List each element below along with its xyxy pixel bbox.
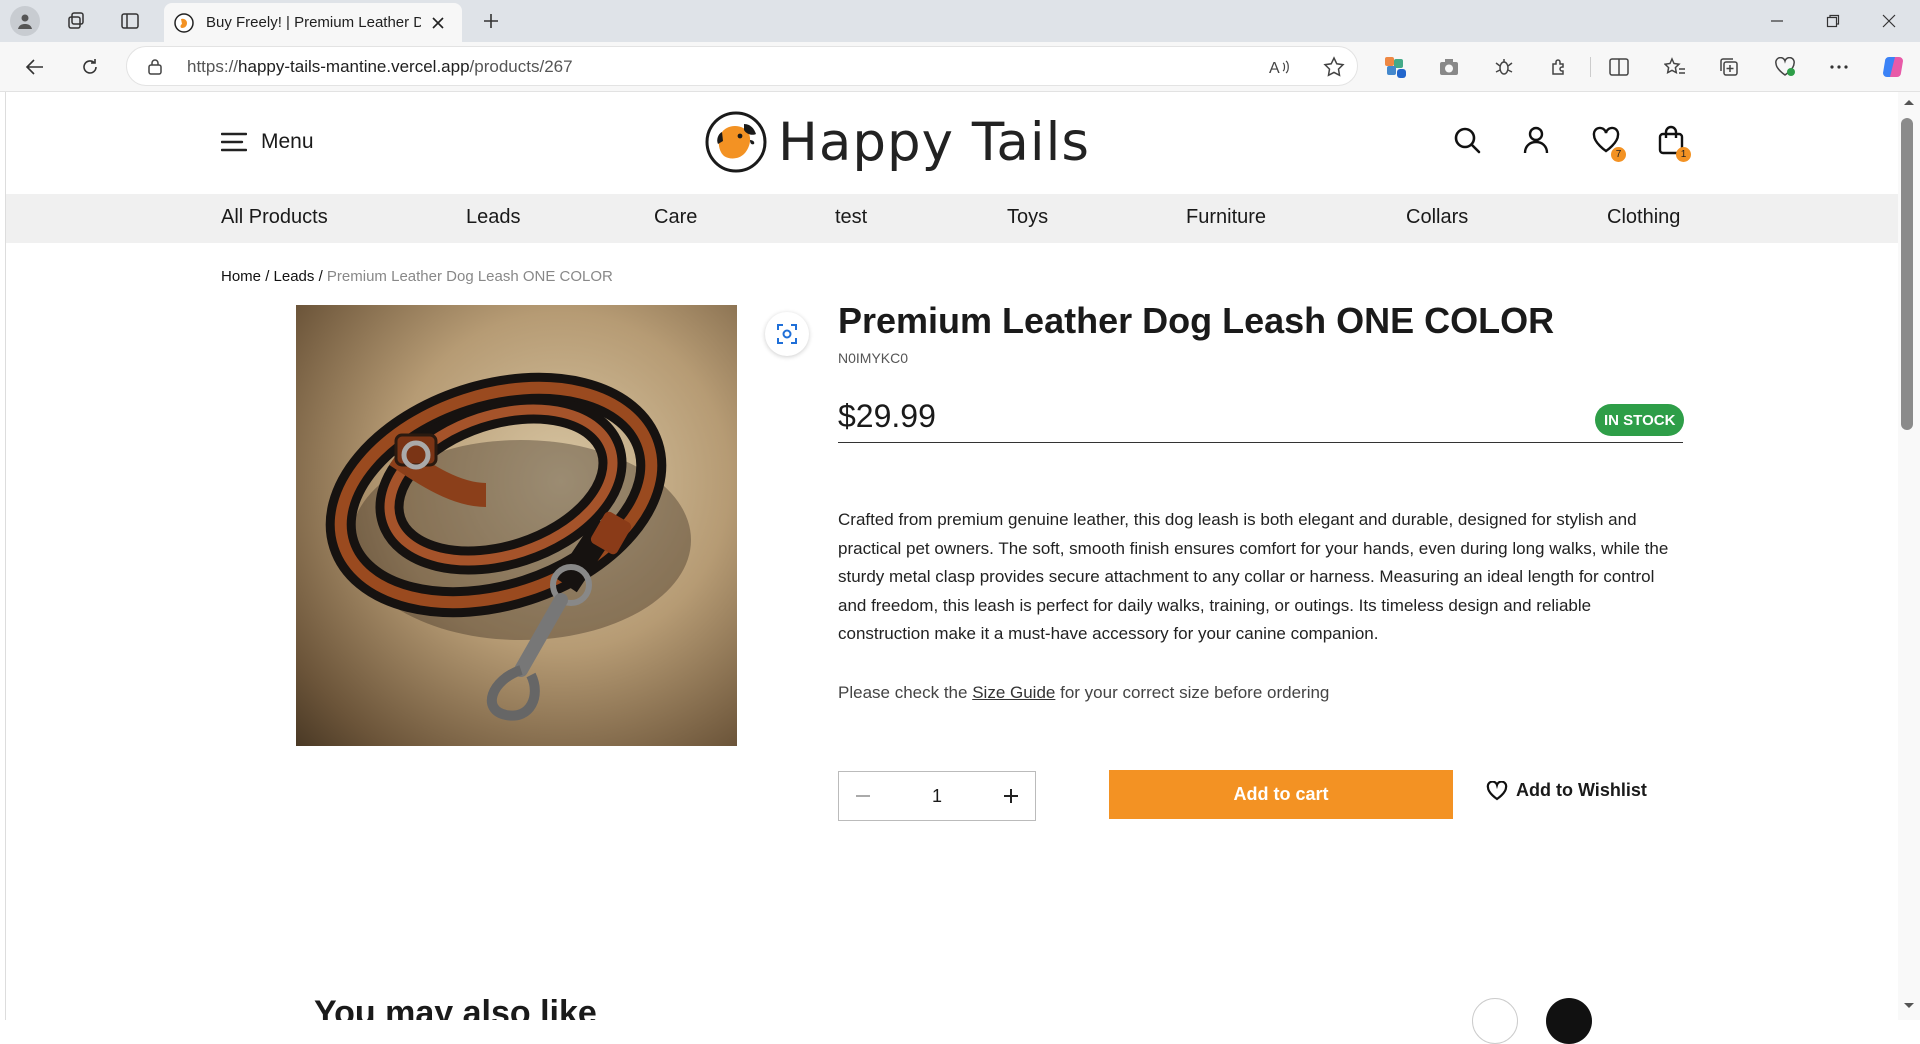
nav-item-collars[interactable]: Collars: [1406, 206, 1468, 229]
account-icon[interactable]: [1518, 122, 1554, 158]
menu-label: Menu: [261, 130, 314, 153]
hamburger-icon: [221, 132, 247, 152]
leash-illustration: [325, 372, 691, 721]
size-guide-link[interactable]: Size Guide: [972, 683, 1055, 702]
split-screen-icon[interactable]: [1604, 52, 1634, 82]
refresh-icon[interactable]: [75, 52, 105, 82]
breadcrumb-home[interactable]: Home: [221, 268, 261, 285]
tab-favicon-icon: [174, 12, 194, 33]
menu-button[interactable]: Menu: [221, 130, 314, 154]
page-viewport: Menu Happy Tails 7 1 All Products Leads …: [5, 92, 1899, 1044]
nav-item-clothing[interactable]: Clothing: [1607, 206, 1680, 229]
size-guide-note: Please check the Size Guide for your cor…: [838, 683, 1329, 703]
site-info-icon[interactable]: [147, 58, 163, 76]
address-bar[interactable]: https://happy-tails-mantine.vercel.app/p…: [126, 46, 1358, 86]
minimize-icon[interactable]: [1762, 8, 1792, 34]
read-aloud-icon[interactable]: A: [1269, 57, 1291, 77]
add-to-cart-button[interactable]: Add to cart: [1109, 770, 1453, 819]
bug-extension-icon[interactable]: [1489, 52, 1519, 82]
product-title: Premium Leather Dog Leash ONE COLOR: [838, 300, 1555, 341]
breadcrumb-separator: /: [318, 268, 323, 285]
size-guide-suffix: for your correct size before ordering: [1055, 683, 1330, 702]
zoom-image-button[interactable]: [765, 312, 809, 356]
scroll-down-icon[interactable]: [1903, 1002, 1915, 1010]
wishlist-icon[interactable]: 7: [1588, 122, 1626, 162]
camera-icon[interactable]: [1434, 52, 1464, 82]
breadcrumb-category[interactable]: Leads: [274, 268, 315, 285]
tab-actions-icon[interactable]: [116, 8, 144, 34]
category-nav: All Products Leads Care test Toys Furnit…: [6, 194, 1899, 243]
new-tab-icon[interactable]: [478, 8, 504, 34]
site-header: Menu Happy Tails 7 1: [6, 92, 1899, 194]
related-section-title: You may also like: [314, 994, 597, 1020]
nav-item-care[interactable]: Care: [654, 206, 697, 229]
nav-item-test[interactable]: test: [835, 206, 867, 229]
svg-text:A: A: [1269, 60, 1280, 77]
nav-item-toys[interactable]: Toys: [1007, 206, 1048, 229]
nav-item-furniture[interactable]: Furniture: [1186, 206, 1266, 229]
workspaces-icon[interactable]: [62, 8, 90, 34]
profile-icon[interactable]: [10, 6, 40, 36]
stock-badge: IN STOCK: [1595, 404, 1685, 436]
carousel-prev-button[interactable]: [1472, 998, 1518, 1044]
heart-icon: [1486, 780, 1508, 800]
price-divider: [838, 442, 1683, 443]
restore-icon[interactable]: [1818, 8, 1848, 34]
zoom-scan-icon: [777, 324, 797, 344]
plus-icon[interactable]: [1001, 786, 1021, 806]
add-to-wishlist-button[interactable]: Add to Wishlist: [1486, 780, 1647, 801]
site-logo[interactable]: Happy Tails: [704, 110, 1090, 174]
extension-color-icon[interactable]: [1380, 52, 1410, 82]
product-sku: N0IMYKC0: [838, 350, 909, 366]
size-guide-prefix: Please check the: [838, 683, 973, 702]
product-price: $29.99: [838, 398, 936, 434]
dog-logo-icon: [705, 111, 767, 173]
copilot-icon[interactable]: [1878, 52, 1908, 82]
url-text: https://happy-tails-mantine.vercel.app/p…: [187, 57, 573, 76]
add-to-wishlist-label: Add to Wishlist: [1516, 780, 1647, 800]
browser-toolbar: https://happy-tails-mantine.vercel.app/p…: [0, 42, 1920, 92]
scroll-up-icon[interactable]: [1903, 98, 1915, 106]
nav-item-leads[interactable]: Leads: [466, 206, 521, 229]
scrollbar-thumb[interactable]: [1901, 118, 1913, 430]
close-tab-icon[interactable]: [431, 16, 445, 30]
logo-text: Happy Tails: [778, 111, 1090, 173]
browser-tab-bar: Buy Freely! | Premium Leather Dog Leash …: [0, 0, 1920, 42]
close-window-icon[interactable]: [1874, 8, 1904, 34]
search-icon[interactable]: [1449, 122, 1485, 158]
cart-count-badge: 1: [1676, 147, 1691, 162]
collections-icon[interactable]: [1714, 52, 1744, 82]
breadcrumb-current: Premium Leather Dog Leash ONE COLOR: [326, 268, 613, 285]
more-options-icon[interactable]: [1824, 52, 1854, 82]
breadcrumb: Home / Leads / Premium Leather Dog Leash…: [221, 268, 613, 285]
nav-item-all-products[interactable]: All Products: [221, 206, 328, 229]
favorites-icon[interactable]: [1660, 52, 1690, 82]
cart-icon[interactable]: 1: [1653, 122, 1691, 162]
product-description: Crafted from premium genuine leather, th…: [838, 510, 1669, 644]
favorite-star-icon[interactable]: [1323, 56, 1345, 78]
wishlist-count-badge: 7: [1611, 147, 1626, 162]
toolbar-divider: [1590, 57, 1591, 77]
quantity-value[interactable]: 1: [932, 786, 942, 807]
browser-tab[interactable]: Buy Freely! | Premium Leather Dog Leash …: [164, 3, 462, 42]
product-image[interactable]: [296, 305, 737, 746]
extensions-icon[interactable]: [1544, 52, 1574, 82]
breadcrumb-separator: /: [265, 268, 270, 285]
carousel-next-button[interactable]: [1546, 998, 1592, 1044]
minus-icon[interactable]: [853, 786, 873, 806]
tab-title: Buy Freely! | Premium Leather Dog Leash …: [206, 14, 421, 31]
back-icon[interactable]: [20, 52, 50, 82]
browser-essentials-icon[interactable]: [1770, 52, 1800, 82]
quantity-stepper: 1: [838, 771, 1036, 821]
